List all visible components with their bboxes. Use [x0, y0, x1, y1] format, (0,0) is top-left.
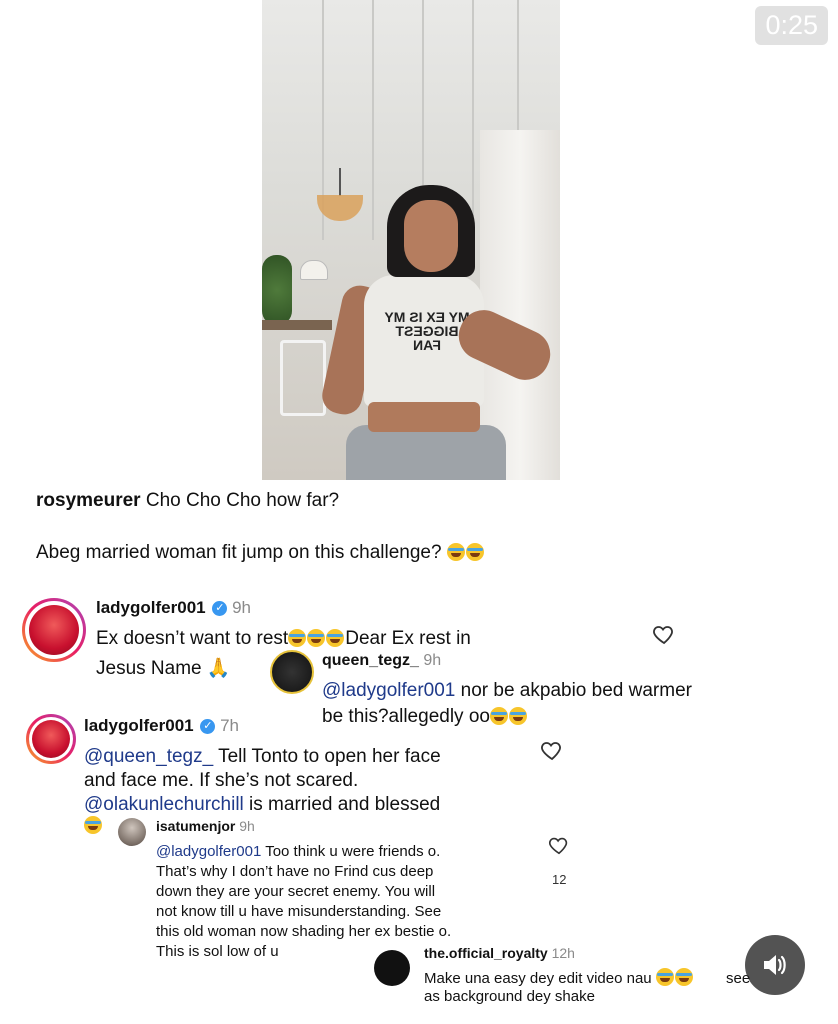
dining-table: [262, 320, 332, 330]
mention-link[interactable]: @ladygolfer001: [156, 843, 261, 860]
laughing-emoji-icon: [655, 968, 674, 986]
comment-text: @ladygolfer001 Too think u were friends …: [156, 843, 452, 960]
comment-username[interactable]: ladygolfer001: [84, 716, 194, 735]
comment-text: Ex doesn’t want to rest Dear Ex rest in: [96, 628, 471, 649]
like-count: 12: [552, 872, 567, 887]
winking-emoji-icon: [84, 816, 102, 834]
comment-text: Make una easy dey edit video nau see: [424, 968, 751, 987]
speaker-icon: [764, 955, 786, 975]
post-username[interactable]: rosymeurer: [36, 490, 141, 511]
avatar-isatumenjor[interactable]: [118, 818, 146, 846]
comment-text-line2: Jesus Name 🙏: [96, 658, 231, 679]
laughing-emoji-icon: [307, 629, 326, 647]
comment-header: the.official_royalty 12h: [424, 945, 575, 961]
comment-username[interactable]: isatumenjor: [156, 818, 235, 834]
verified-badge-icon: ✓: [212, 601, 228, 617]
video-timer: 0:25: [755, 6, 828, 45]
laughing-emoji-icon: [288, 629, 307, 647]
comment-header: queen_tegz_ 9h: [322, 652, 442, 669]
avatar-ladygolfer001[interactable]: [22, 598, 86, 662]
video-player[interactable]: MY EX IS MY BIGGEST FAN: [262, 0, 560, 480]
comment-text: @ladygolfer001 nor be akpabio bed warmer: [322, 680, 692, 701]
sound-toggle-button[interactable]: [745, 935, 805, 995]
laughing-emoji-icon: [465, 543, 484, 561]
comment-username[interactable]: ladygolfer001: [96, 598, 206, 617]
comment-text-line3: @olakunlechurchill is married and blesse…: [84, 794, 441, 815]
praying-hands-icon: 🙏: [206, 658, 231, 679]
avatar-ladygolfer001[interactable]: [26, 714, 76, 764]
comment-text-line2: be this?allegedly oo: [322, 706, 528, 728]
comment-header: ladygolfer001 ✓ 7h: [84, 716, 239, 735]
plant: [262, 255, 292, 325]
mention-link[interactable]: @queen_tegz_: [84, 746, 213, 767]
chair: [280, 340, 326, 416]
laughing-emoji-icon: [326, 629, 345, 647]
laughing-emoji-icon: [508, 707, 527, 725]
laughing-emoji-icon: [489, 707, 508, 725]
post-caption-line1: rosymeurer Cho Cho Cho how far?: [36, 490, 340, 511]
comment-header: isatumenjor 9h: [156, 818, 255, 834]
mention-link[interactable]: @ladygolfer001: [322, 680, 455, 701]
comment-header: ladygolfer001 ✓ 9h: [96, 598, 251, 617]
person-face: [404, 200, 458, 272]
heart-icon[interactable]: [652, 622, 676, 646]
comment-text-line2: and face me. If she’s not scared.: [84, 770, 359, 791]
heart-icon[interactable]: [548, 834, 570, 856]
heart-icon[interactable]: [540, 738, 564, 762]
laughing-emoji-icon: [446, 543, 465, 561]
comment-username[interactable]: the.official_royalty: [424, 945, 548, 961]
avatar-queen_tegz_[interactable]: [270, 650, 314, 694]
pendant-lamp: [300, 260, 328, 280]
verified-badge-icon: ✓: [200, 719, 216, 735]
mention-link[interactable]: @olakunlechurchill: [84, 794, 244, 815]
post-caption-line2: Abeg married woman fit jump on this chal…: [36, 542, 485, 564]
laughing-emoji-icon: [674, 968, 693, 986]
comment-username[interactable]: queen_tegz_: [322, 652, 419, 669]
comment-text-line2: as background dey shake: [424, 988, 595, 1005]
avatar-the-official-royalty[interactable]: [374, 950, 410, 986]
comment-text: @queen_tegz_ Tell Tonto to open her face: [84, 746, 441, 767]
